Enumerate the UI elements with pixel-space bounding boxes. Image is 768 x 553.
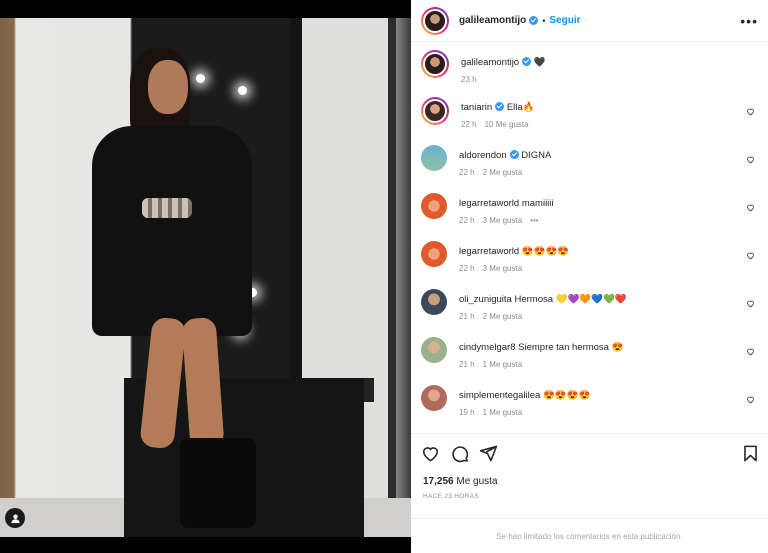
comment-time: 21 h: [459, 312, 475, 321]
bookmark-icon[interactable]: [741, 444, 760, 463]
author-avatar[interactable]: [421, 50, 449, 78]
comment-likes[interactable]: 10 Me gusta: [485, 120, 529, 129]
comment-username[interactable]: cindymelgar8: [459, 342, 516, 353]
comment-row: simplementegalilea 😍😍😍😍 19 h 1 Me gusta: [421, 385, 761, 417]
author-username[interactable]: galileamontijo: [459, 15, 526, 26]
verified-badge-icon: [509, 150, 519, 159]
heart-icon[interactable]: [746, 203, 755, 212]
comment-time: 22 h: [459, 216, 475, 225]
heart-icon[interactable]: [746, 299, 755, 308]
post-photo[interactable]: [0, 0, 411, 553]
tagged-user-icon[interactable]: [5, 508, 25, 528]
comment-row: cindymelgar8 Siempre tan hermosa 😍 21 h 1…: [421, 337, 761, 369]
comment-username[interactable]: legarretaworld: [459, 198, 519, 209]
comment-likes[interactable]: 1 Me gusta: [483, 360, 523, 369]
comments-list[interactable]: galileamontijo 🖤 23 h taniarin Ella🔥 22 …: [411, 42, 768, 432]
comment-username[interactable]: oli_zuniguita: [459, 294, 512, 305]
comments-limited-notice: Se han limitado los comentarios en esta …: [411, 518, 768, 553]
post-actions: 17,256 Me gusta HACE 23 HORAS: [411, 433, 768, 518]
comment-icon[interactable]: [450, 444, 469, 463]
instagram-post-modal: galileamontijo • Seguir ••• galileamonti…: [0, 0, 768, 553]
comment-row: taniarin Ella🔥 22 h 10 Me gusta: [421, 97, 761, 129]
caption-username[interactable]: galileamontijo: [461, 57, 519, 68]
verified-badge-icon: [529, 16, 539, 25]
comment-username[interactable]: taniarin: [461, 102, 492, 113]
comment-text: 😍😍😍😍: [521, 246, 570, 257]
more-options-icon[interactable]: •••: [740, 13, 758, 29]
comment-text: 😍😍😍😍: [542, 390, 591, 401]
comment-time: 19 h: [459, 408, 475, 417]
comment-row: legarretaworld 😍😍😍😍 22 h 3 Me gusta: [421, 241, 761, 273]
commenter-avatar[interactable]: [421, 385, 447, 411]
comment-text: mamiiiii: [521, 198, 554, 209]
comment-username[interactable]: legarretaworld: [459, 246, 519, 257]
post-side-panel: galileamontijo • Seguir ••• galileamonti…: [411, 0, 768, 553]
comment-likes[interactable]: 1 Me gusta: [483, 408, 523, 417]
caption: galileamontijo 🖤 23 h: [421, 50, 761, 84]
comment-text: Ella🔥: [506, 102, 535, 113]
post-header: galileamontijo • Seguir •••: [411, 0, 768, 42]
likes-count[interactable]: 17,256 Me gusta: [423, 476, 498, 487]
separator-dot: •: [542, 15, 546, 26]
heart-icon[interactable]: [746, 155, 755, 164]
comment-username[interactable]: aldorendon: [459, 150, 507, 161]
comment-likes[interactable]: 3 Me gusta: [483, 264, 523, 273]
comment-time: 22 h: [461, 120, 477, 129]
commenter-avatar[interactable]: [421, 145, 447, 171]
heart-icon[interactable]: [746, 395, 755, 404]
comment-row: aldorendon DIGNA 22 h 2 Me gusta: [421, 145, 761, 177]
comment-likes[interactable]: 2 Me gusta: [483, 168, 523, 177]
share-icon[interactable]: [479, 444, 498, 463]
verified-badge-icon: [522, 57, 532, 66]
comment-text: Hermosa 💛💜🧡💙💚❤️: [514, 294, 627, 305]
comment-options-icon[interactable]: •••: [530, 216, 538, 225]
heart-icon[interactable]: [746, 347, 755, 356]
commenter-avatar[interactable]: [421, 97, 449, 125]
commenter-avatar[interactable]: [421, 241, 447, 267]
comment-row: oli_zuniguita Hermosa 💛💜🧡💙💚❤️ 21 h 2 Me g…: [421, 289, 761, 321]
comment-row: legarretaworld mamiiiii 22 h 3 Me gusta ••…: [421, 193, 761, 225]
author-avatar[interactable]: [421, 6, 449, 35]
comment-time: 22 h: [459, 168, 475, 177]
heart-icon[interactable]: [746, 251, 755, 260]
verified-badge-icon: [495, 102, 505, 111]
caption-text: 🖤: [533, 57, 546, 68]
commenter-avatar[interactable]: [421, 289, 447, 315]
commenter-avatar[interactable]: [421, 337, 447, 363]
photo-image: [0, 18, 411, 537]
comment-username[interactable]: simplementegalilea: [459, 390, 540, 401]
comment-time: 22 h: [459, 264, 475, 273]
commenter-avatar[interactable]: [421, 193, 447, 219]
follow-button[interactable]: Seguir: [549, 15, 580, 26]
posted-time: HACE 23 HORAS: [423, 493, 479, 500]
heart-icon[interactable]: [746, 107, 755, 116]
caption-time: 23 h: [461, 75, 477, 84]
comment-text: DIGNA: [521, 150, 552, 161]
comment-time: 21 h: [459, 360, 475, 369]
comment-likes[interactable]: 3 Me gusta: [483, 216, 523, 225]
heart-icon[interactable]: [421, 444, 440, 463]
comment-text: Siempre tan hermosa 😍: [518, 342, 624, 353]
comment-likes[interactable]: 2 Me gusta: [483, 312, 523, 321]
